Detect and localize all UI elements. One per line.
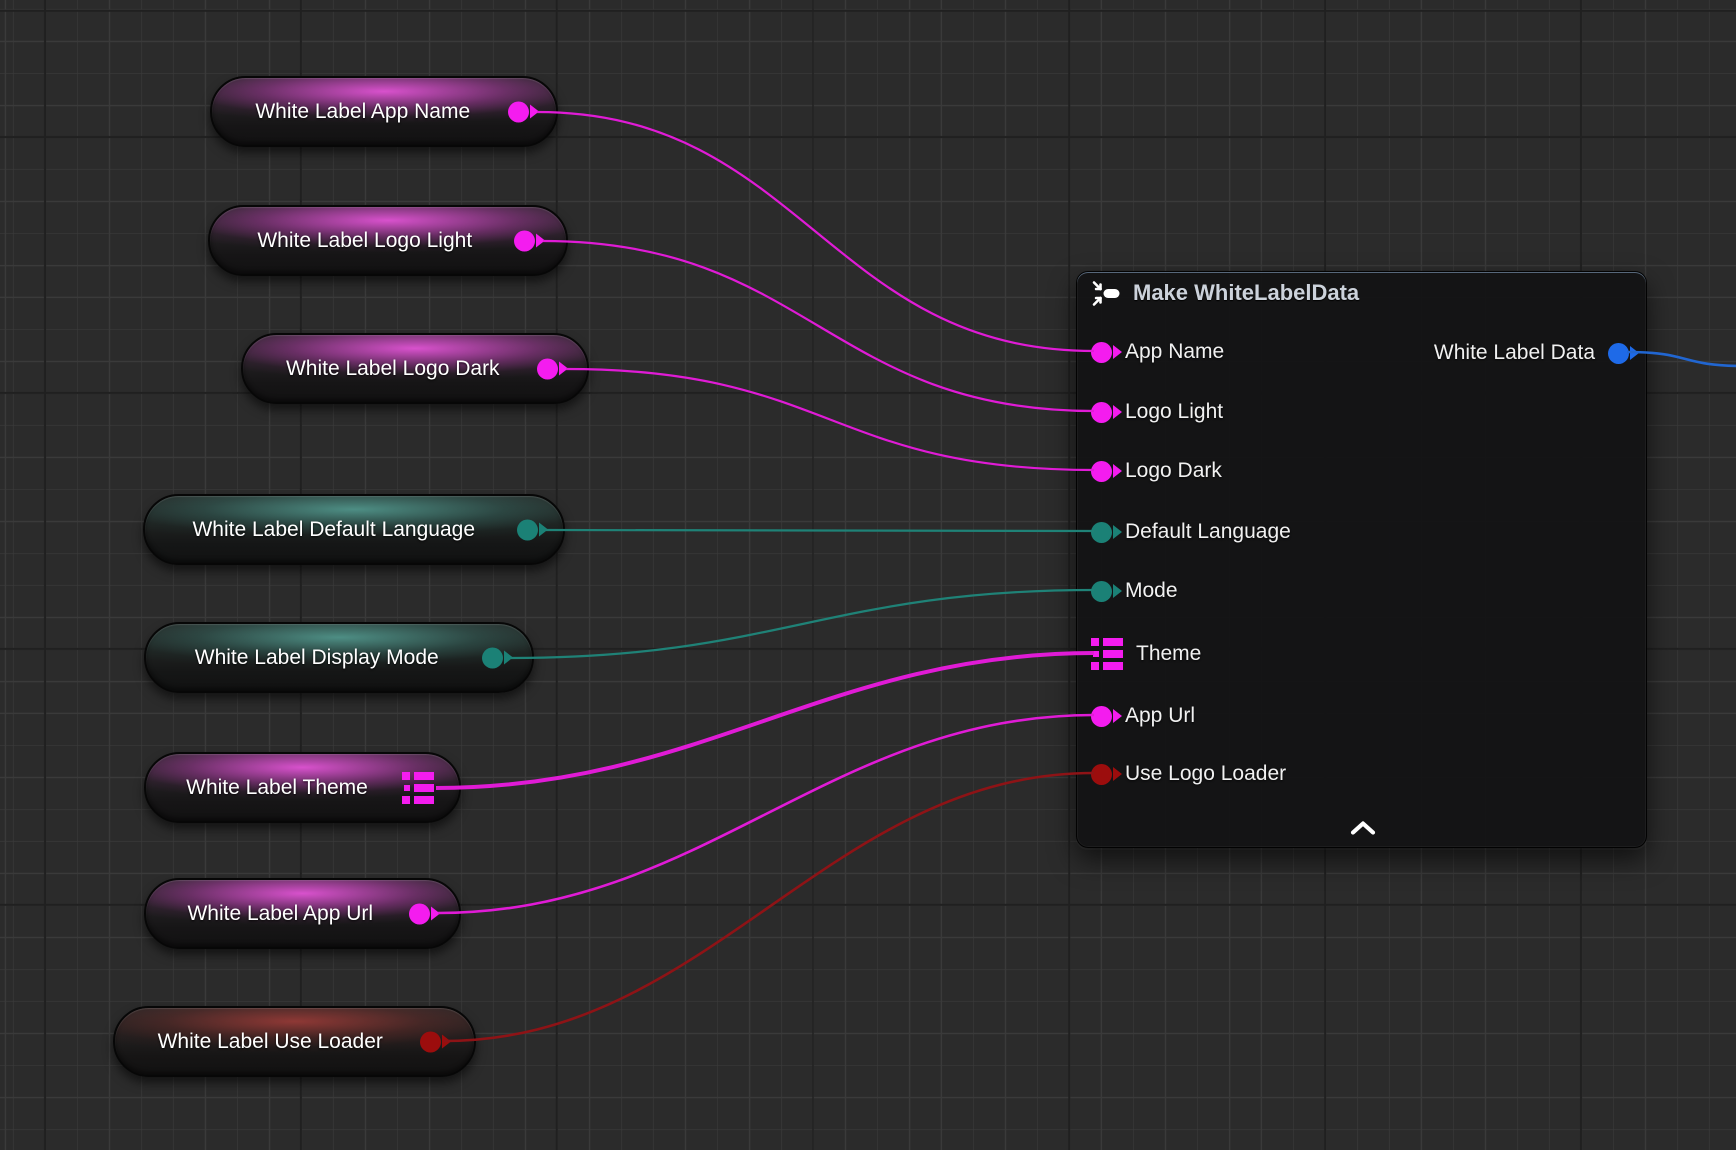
node-header[interactable]: Make WhiteLabelData — [1077, 272, 1646, 314]
variable-node-label: White Label Display Mode — [156, 624, 478, 691]
variable-node-white-label-use-loader[interactable]: White Label Use Loader — [113, 1006, 476, 1077]
variable-node-label: White Label Theme — [156, 754, 398, 821]
variable-node-white-label-theme[interactable]: White Label Theme — [144, 752, 461, 823]
node-title: Make WhiteLabelData — [1133, 280, 1359, 306]
input-row-app-name: App Name — [1091, 340, 1224, 364]
input-row-use-logo-loader: Use Logo Loader — [1091, 762, 1286, 786]
variable-node-label: White Label Logo Dark — [253, 335, 533, 402]
white-label-app-url-output-pin[interactable] — [409, 903, 430, 924]
wire-logo-light[interactable] — [543, 241, 1094, 411]
white-label-logo-light-output-pin[interactable] — [514, 230, 535, 251]
input-row-logo-light: Logo Light — [1091, 400, 1223, 424]
use-logo-loader-input-pin[interactable] — [1091, 764, 1112, 785]
input-pin-label: Logo Light — [1125, 400, 1223, 424]
input-pin-label: App Url — [1125, 704, 1195, 728]
variable-node-white-label-default-language[interactable]: White Label Default Language — [143, 494, 565, 565]
variable-node-white-label-display-mode[interactable]: White Label Display Mode — [144, 622, 534, 693]
variable-node-white-label-app-url[interactable]: White Label App Url — [144, 878, 461, 949]
input-row-mode: Mode — [1091, 579, 1178, 603]
input-row-app-url: App Url — [1091, 704, 1195, 728]
app-name-input-pin[interactable] — [1091, 342, 1112, 363]
input-pin-label: Theme — [1136, 642, 1201, 666]
wire-display-mode[interactable] — [511, 590, 1094, 658]
chevron-up-icon — [1349, 821, 1377, 836]
wire-app-url[interactable] — [438, 715, 1094, 913]
wire-app-name[interactable] — [537, 112, 1094, 351]
variable-node-label: White Label App Name — [222, 78, 504, 145]
blueprint-graph-canvas[interactable]: Make WhiteLabelData App Name Logo Light Lo… — [0, 0, 1736, 1150]
input-pin-label: Mode — [1125, 579, 1178, 603]
variable-node-label: White Label Use Loader — [125, 1008, 416, 1075]
white-label-data-output-pin[interactable] — [1608, 343, 1629, 364]
variable-node-white-label-logo-dark[interactable]: White Label Logo Dark — [241, 333, 589, 404]
mode-input-pin[interactable] — [1091, 581, 1112, 602]
white-label-default-language-output-pin[interactable] — [517, 519, 538, 540]
app-url-input-pin[interactable] — [1091, 706, 1112, 727]
output-row-white-label-data: White Label Data — [1434, 341, 1629, 365]
variable-node-white-label-logo-light[interactable]: White Label Logo Light — [208, 205, 568, 276]
white-label-logo-dark-output-pin[interactable] — [537, 358, 558, 379]
wire-default-language[interactable] — [546, 530, 1094, 531]
input-row-default-language: Default Language — [1091, 520, 1291, 544]
wire-logo-dark[interactable] — [566, 369, 1094, 470]
theme-input-struct-pin[interactable] — [1091, 638, 1123, 670]
input-pin-label: Logo Dark — [1125, 459, 1222, 483]
variable-node-label: White Label Logo Light — [220, 207, 510, 274]
make-struct-icon — [1091, 280, 1121, 307]
variable-node-label: White Label Default Language — [155, 496, 513, 563]
default-language-input-pin[interactable] — [1091, 522, 1112, 543]
input-row-logo-dark: Logo Dark — [1091, 459, 1222, 483]
white-label-use-loader-output-pin[interactable] — [420, 1031, 441, 1052]
output-pin-label: White Label Data — [1434, 341, 1595, 365]
input-pin-label: Use Logo Loader — [1125, 762, 1286, 786]
wire-use-loader[interactable] — [444, 773, 1094, 1041]
make-whitelabeldata-node[interactable]: Make WhiteLabelData App Name Logo Light Lo… — [1076, 271, 1647, 848]
white-label-theme-output-struct-pin[interactable] — [402, 772, 434, 804]
collapse-node-button[interactable] — [1349, 821, 1377, 836]
logo-dark-input-pin[interactable] — [1091, 461, 1112, 482]
variable-node-label: White Label App Url — [156, 880, 405, 947]
variable-node-white-label-app-name[interactable]: White Label App Name — [210, 76, 558, 147]
wire-theme[interactable] — [436, 653, 1094, 788]
logo-light-input-pin[interactable] — [1091, 402, 1112, 423]
input-pin-label: App Name — [1125, 340, 1224, 364]
white-label-display-mode-output-pin[interactable] — [482, 647, 503, 668]
white-label-app-name-output-pin[interactable] — [508, 101, 529, 122]
input-pin-label: Default Language — [1125, 520, 1291, 544]
input-row-theme: Theme — [1091, 638, 1201, 670]
